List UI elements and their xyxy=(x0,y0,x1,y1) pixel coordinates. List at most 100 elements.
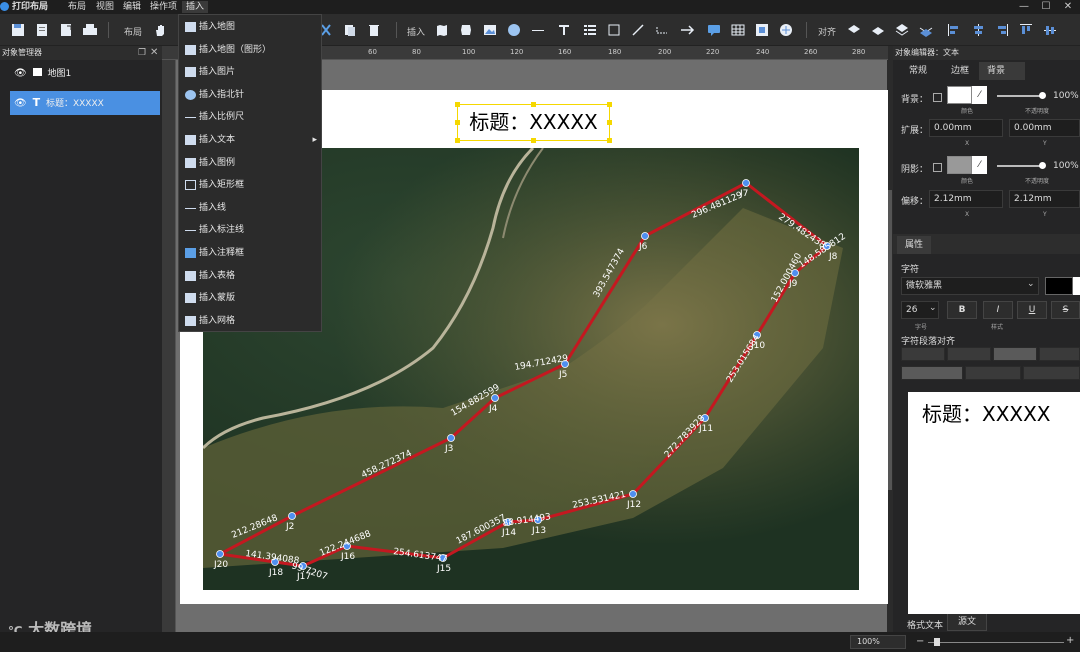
menu-item-image[interactable]: 插入图片 xyxy=(179,61,321,83)
align-right-icon[interactable] xyxy=(994,22,1010,38)
eye-icon[interactable]: 👁 xyxy=(14,98,27,109)
selection-handle[interactable] xyxy=(455,120,460,125)
menu-item-rect[interactable]: 插入矩形框 xyxy=(179,174,321,196)
menu-item-table[interactable]: 插入表格 xyxy=(179,265,321,287)
zoom-out-icon[interactable]: − xyxy=(916,636,924,647)
zoom-slider-knob[interactable] xyxy=(934,638,940,646)
opacity-slider-knob[interactable] xyxy=(1039,92,1046,99)
minimize-icon[interactable]: — xyxy=(1014,0,1034,13)
layer-bottom-icon[interactable] xyxy=(918,22,934,38)
tab-properties[interactable]: 属性 xyxy=(897,236,932,254)
menu-view[interactable]: 视图 xyxy=(92,1,118,13)
menu-item-text[interactable]: 插入文本 ▸ xyxy=(179,129,321,151)
insert-table-icon[interactable] xyxy=(730,22,746,38)
copy-icon[interactable] xyxy=(342,22,358,38)
insert-line-icon[interactable] xyxy=(630,22,646,38)
eyedropper-icon[interactable]: ⁄ xyxy=(971,156,987,174)
insert-text-icon[interactable] xyxy=(556,22,572,38)
selection-handle[interactable] xyxy=(531,102,536,107)
opacity-slider[interactable] xyxy=(997,95,1045,97)
tree-item-title[interactable]: 👁 T 标题：XXXXX xyxy=(10,91,160,115)
layer-up-icon[interactable] xyxy=(846,22,862,38)
menu-layout[interactable]: 布局 xyxy=(64,1,90,13)
selection-handle[interactable] xyxy=(607,102,612,107)
align-middle-icon[interactable] xyxy=(1042,22,1058,38)
maximize-icon[interactable]: ☐ xyxy=(1036,0,1056,13)
print-icon[interactable] xyxy=(82,22,98,38)
align-center-button[interactable] xyxy=(947,347,991,361)
menu-item-compass[interactable]: 插入指北针 xyxy=(179,84,321,106)
insert-legend-icon[interactable] xyxy=(582,22,598,38)
zoom-slider[interactable] xyxy=(928,642,1064,643)
shadow-opacity-knob[interactable] xyxy=(1039,162,1046,169)
selection-handle[interactable] xyxy=(607,138,612,143)
eye-icon[interactable]: 👁 xyxy=(14,68,27,79)
selection-handle[interactable] xyxy=(607,120,612,125)
menu-item-callout-line[interactable]: 插入标注线 xyxy=(179,219,321,241)
shadow-opacity-slider[interactable] xyxy=(997,165,1045,167)
eyedropper-icon[interactable] xyxy=(1073,277,1080,295)
shadow-checkbox[interactable] xyxy=(933,163,942,172)
insert-map-shape-icon[interactable] xyxy=(458,22,474,38)
insert-grid-icon[interactable] xyxy=(778,22,794,38)
delete-icon[interactable] xyxy=(366,22,382,38)
menu-edit[interactable]: 编辑 xyxy=(119,1,145,13)
align-right-button[interactable] xyxy=(993,347,1037,361)
tab-general[interactable]: 常规 xyxy=(901,62,935,80)
menu-insert[interactable]: 插入 xyxy=(182,1,209,13)
eyedropper-icon[interactable]: ⁄ xyxy=(971,86,987,104)
save-icon[interactable] xyxy=(10,22,26,38)
valign-top-button[interactable] xyxy=(901,366,963,380)
align-justify-button[interactable] xyxy=(1039,347,1080,361)
insert-arrow-icon[interactable] xyxy=(680,22,696,38)
align-center-icon[interactable] xyxy=(970,22,986,38)
menu-item-scalebar[interactable]: 插入比例尺 xyxy=(179,106,321,128)
selection-handle[interactable] xyxy=(531,138,536,143)
menu-item-map[interactable]: 插入地图 xyxy=(179,16,321,38)
selection-handle[interactable] xyxy=(455,102,460,107)
align-left-button[interactable] xyxy=(901,347,945,361)
insert-compass-icon[interactable] xyxy=(506,22,522,38)
text-preview[interactable]: 标题：XXXXX xyxy=(908,392,1080,614)
layer-top-icon[interactable] xyxy=(894,22,910,38)
export-icon[interactable] xyxy=(58,22,74,38)
font-family-select[interactable]: 微软雅黑 xyxy=(901,277,1039,295)
insert-scalebar-icon[interactable] xyxy=(530,22,546,38)
tree-item-map[interactable]: 👁 地图1 xyxy=(10,62,160,86)
align-top-icon[interactable] xyxy=(1018,22,1034,38)
expand-y-input[interactable]: 0.00mm xyxy=(1009,119,1080,137)
underline-button[interactable]: U xyxy=(1017,301,1047,319)
expand-x-input[interactable]: 0.00mm xyxy=(929,119,1003,137)
strikethrough-button[interactable]: S xyxy=(1051,301,1080,319)
insert-image-icon[interactable] xyxy=(482,22,498,38)
menu-item-comment[interactable]: 插入注释框 xyxy=(179,242,321,264)
map-title-text[interactable]: 标题：XXXXX xyxy=(457,104,610,141)
close-panel-icon[interactable]: ✕ xyxy=(150,47,158,58)
tab-border[interactable]: 边框 xyxy=(943,62,977,80)
menu-item-map-shape[interactable]: 插入地图（图形） xyxy=(179,39,321,61)
tab-rich-text[interactable]: 格式文本 xyxy=(907,618,943,631)
zoom-in-icon[interactable]: + xyxy=(1066,635,1074,646)
zoom-select[interactable]: 100% xyxy=(850,635,906,649)
menu-item-line[interactable]: 插入线 xyxy=(179,197,321,219)
selection-handle[interactable] xyxy=(455,138,460,143)
pan-hand-icon[interactable] xyxy=(152,22,168,38)
bold-button[interactable]: B xyxy=(947,301,977,319)
insert-comment-icon[interactable] xyxy=(706,22,722,38)
save-as-icon[interactable] xyxy=(34,22,50,38)
tab-source-text[interactable]: 源文 xyxy=(947,613,987,631)
font-color-swatch[interactable] xyxy=(1045,277,1073,295)
insert-callout-line-icon[interactable] xyxy=(654,22,670,38)
insert-rect-icon[interactable] xyxy=(606,22,622,38)
insert-mask-icon[interactable] xyxy=(754,22,770,38)
valign-middle-button[interactable] xyxy=(965,366,1021,380)
tab-background[interactable]: 背景 xyxy=(979,62,1025,80)
menu-item-grid[interactable]: 插入网格 xyxy=(179,310,321,332)
menu-item-mask[interactable]: 插入蒙版 xyxy=(179,287,321,309)
close-icon[interactable]: ✕ xyxy=(1058,0,1078,13)
offset-x-input[interactable]: 2.12mm xyxy=(929,190,1003,208)
insert-map-icon[interactable] xyxy=(434,22,450,38)
layer-down-icon[interactable] xyxy=(870,22,886,38)
float-panel-icon[interactable]: ❐ xyxy=(138,48,146,58)
italic-button[interactable]: I xyxy=(983,301,1013,319)
